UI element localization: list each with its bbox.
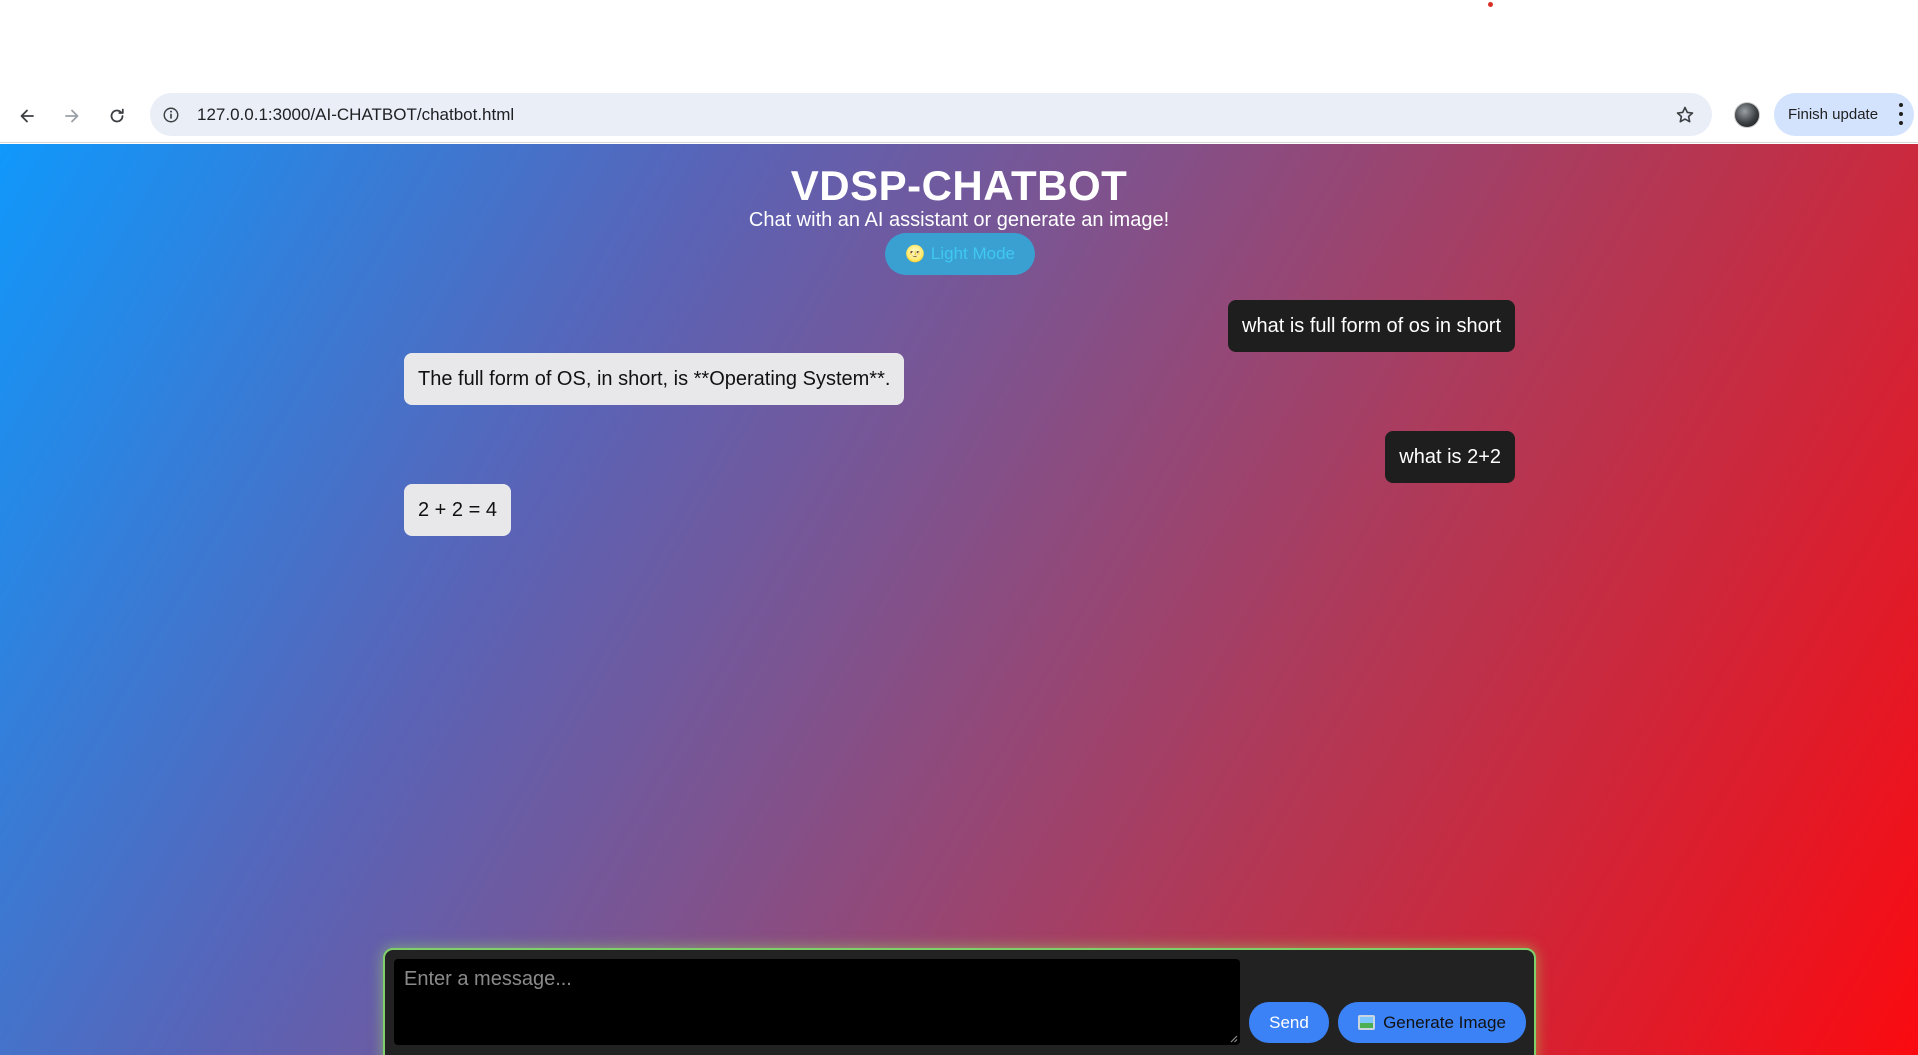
back-arrow-icon[interactable] (11, 100, 43, 132)
page-subtitle: Chat with an AI assistant or generate an… (748, 209, 1170, 231)
url-text[interactable]: 127.0.0.1:3000/AI-CHATBOT/chatbot.html (197, 93, 514, 136)
reload-icon[interactable] (101, 100, 133, 132)
site-info-icon[interactable] (160, 104, 182, 126)
profile-avatar[interactable] (1734, 102, 1760, 128)
bot-message: 2 + 2 = 4 (404, 484, 511, 536)
message-composer: Send Generate Image (383, 948, 1536, 1055)
light-mode-toggle-button[interactable]: 🌝 Light Mode (885, 233, 1035, 275)
address-bar[interactable]: 127.0.0.1:3000/AI-CHATBOT/chatbot.html (150, 93, 1712, 136)
notification-dot (1488, 2, 1493, 7)
tab-strip (0, 0, 1918, 88)
user-message: what is 2+2 (1385, 431, 1515, 483)
sun-face-icon: 🌝 (904, 246, 925, 263)
resize-grip-icon[interactable] (1230, 1035, 1238, 1043)
framed-picture-icon (1358, 1015, 1376, 1030)
generate-image-label: Generate Image (1383, 1012, 1506, 1032)
bookmark-star-icon[interactable] (1674, 104, 1696, 126)
more-vert-icon[interactable] (1898, 103, 1904, 125)
light-mode-label: Light Mode (930, 244, 1016, 263)
browser-toolbar: 127.0.0.1:3000/AI-CHATBOT/chatbot.html F… (0, 88, 1918, 143)
send-button[interactable]: Send (1249, 1002, 1329, 1043)
finish-update-button[interactable]: Finish update (1774, 93, 1914, 136)
generate-image-button[interactable]: Generate Image (1338, 1002, 1526, 1043)
finish-update-label: Finish update (1788, 106, 1879, 123)
message-input[interactable] (394, 959, 1240, 1045)
chatbot-page: VDSP-CHATBOT Chat with an AI assistant o… (0, 144, 1918, 1055)
page-title: VDSP-CHATBOT (790, 162, 1128, 209)
forward-arrow-icon[interactable] (56, 100, 88, 132)
user-message: what is full form of os in short (1228, 300, 1515, 352)
bot-message: The full form of OS, in short, is **Oper… (404, 353, 905, 405)
